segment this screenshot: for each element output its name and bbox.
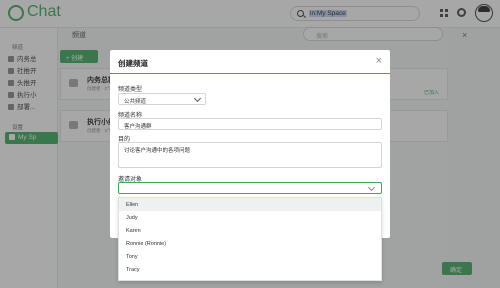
- invite-option[interactable]: Tracy: [119, 263, 381, 276]
- invite-option[interactable]: Karen: [119, 224, 381, 237]
- invite-option[interactable]: Ellen: [119, 198, 381, 211]
- close-icon[interactable]: ×: [376, 55, 382, 67]
- dialog-title: 创建频道: [118, 59, 148, 68]
- chevron-down-icon: [193, 94, 202, 103]
- purpose-textarea[interactable]: 讨论客户沟通中的各项问题: [118, 142, 382, 168]
- invite-option[interactable]: Ronnie (Ronnie): [119, 237, 381, 250]
- channel-type-select[interactable]: 公共频道: [118, 93, 206, 105]
- chevron-down-icon: [367, 183, 376, 192]
- invite-select[interactable]: [118, 182, 382, 194]
- channel-type-label: 频道类型: [118, 87, 143, 93]
- invite-option[interactable]: Tony: [119, 250, 381, 263]
- channel-name-input[interactable]: 客户沟通群: [118, 118, 382, 130]
- invite-option[interactable]: Judy: [119, 211, 381, 224]
- invite-options-list: Ellen Judy Karen Ronnie (Ronnie) Tony Tr…: [118, 197, 382, 281]
- dialog-header: 创建频道 ×: [110, 50, 390, 74]
